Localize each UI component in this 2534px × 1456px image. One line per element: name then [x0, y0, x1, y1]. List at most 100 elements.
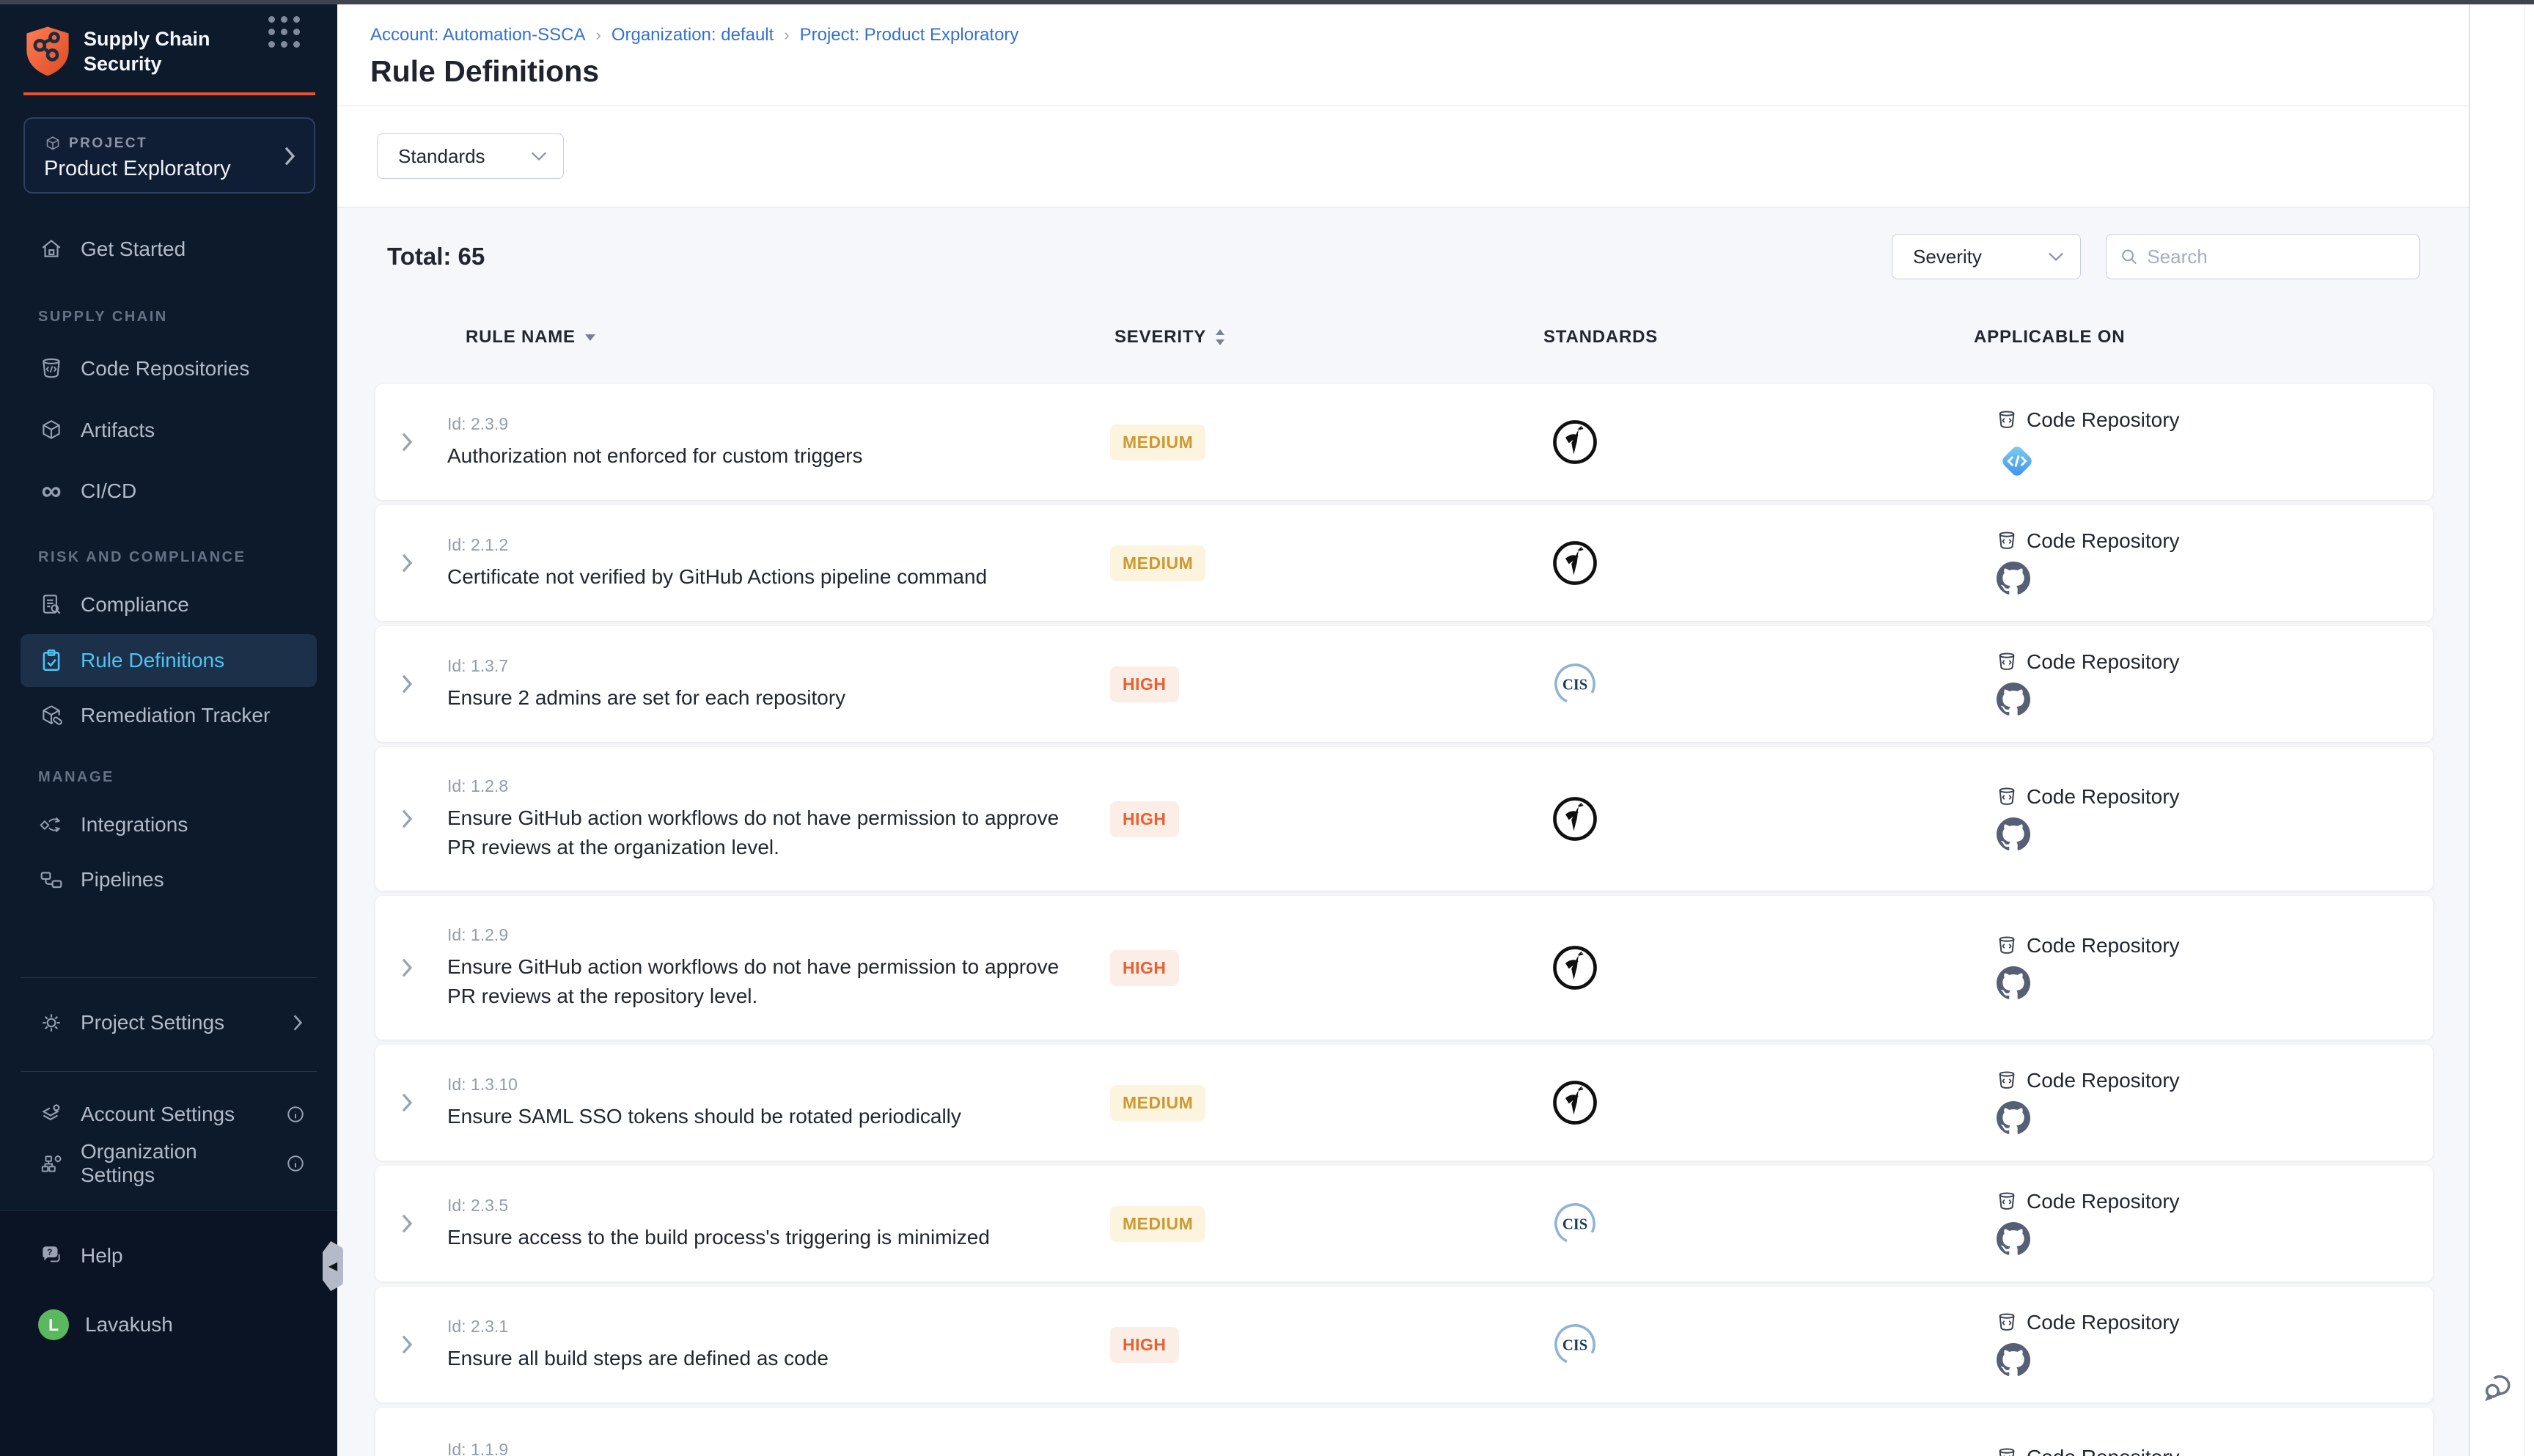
project-selector[interactable]: PROJECT Product Exploratory: [23, 117, 315, 194]
row-expand-cell: [389, 747, 425, 891]
info-icon[interactable]: [286, 1105, 305, 1124]
sidebar-item-project-settings[interactable]: Project Settings: [21, 996, 317, 1049]
sidebar-item-artifacts[interactable]: Artifacts: [21, 404, 317, 457]
standards-cell: CIS: [1516, 1408, 1634, 1456]
standards-filter-dropdown[interactable]: Standards: [377, 133, 564, 179]
rule-name: Ensure access to the build process's tri…: [447, 1223, 1092, 1252]
sidebar-item-label: Remediation Tracker: [81, 704, 270, 727]
rule-name: Ensure all build steps are defined as co…: [447, 1344, 1092, 1373]
rule-id: Id: 1.2.8: [447, 776, 1092, 796]
table-row[interactable]: Id: 1.2.8 Ensure GitHub action workflows …: [375, 747, 2433, 891]
breadcrumb-organization-link[interactable]: Organization: default: [612, 25, 774, 45]
table-row[interactable]: Id: 1.3.10Ensure SAML SSO tokens should …: [375, 1045, 2433, 1161]
expand-row-icon[interactable]: [397, 1213, 416, 1235]
table-row[interactable]: Id: 2.3.5 Ensure access to the build proc…: [375, 1166, 2433, 1282]
severity-badge: HIGH: [1110, 1327, 1179, 1363]
table-row[interactable]: Id: 1.2.9Ensure GitHub action workflows …: [375, 896, 2433, 1040]
sidebar-item-compliance[interactable]: Compliance: [21, 578, 317, 631]
platform-cell: [1997, 1101, 2406, 1136]
rule-id: Id: 2.3.9: [447, 414, 1092, 434]
sidebar: Supply Chain Security PROJECT Product Ex…: [0, 0, 337, 1456]
severity-cell: MEDIUM: [1110, 505, 1271, 621]
sidebar-item-account-settings[interactable]: Account Settings: [21, 1088, 317, 1141]
severity-badge: MEDIUM: [1110, 1085, 1205, 1121]
sidebar-item-label: Project Settings: [81, 1011, 224, 1034]
table-row[interactable]: Id: 2.3.9Authorization not enforced for …: [375, 384, 2433, 500]
rule-id: Id: 2.3.1: [447, 1317, 1092, 1336]
sidebar-item-help[interactable]: ? Help: [21, 1229, 317, 1282]
svg-text:CIS: CIS: [1562, 1338, 1587, 1354]
table-row[interactable]: Id: 2.1.2Certificate not verified by Git…: [375, 505, 2433, 621]
column-header-severity[interactable]: SEVERITY: [1114, 327, 1225, 348]
severity-cell: HIGH: [1110, 626, 1271, 742]
breadcrumb-separator: ›: [595, 26, 601, 45]
app-root: Supply Chain Security PROJECT Product Ex…: [0, 0, 2534, 1456]
column-header-rule-name[interactable]: RULE NAME: [466, 327, 596, 348]
table-row[interactable]: Id: 1.1.9HIGHCISCode Repository: [375, 1408, 2433, 1456]
github-icon: [1997, 562, 2030, 595]
sidebar-item-code-repositories[interactable]: Code Repositories: [21, 342, 317, 395]
sidebar-item-organization-settings[interactable]: Organization Settings: [21, 1137, 317, 1190]
sidebar-collapse-handle[interactable]: ◀: [323, 1241, 343, 1291]
expand-row-icon[interactable]: [397, 808, 416, 830]
feedback-chat-icon[interactable]: [2480, 1368, 2517, 1405]
applicable-on-row: Code Repository: [1996, 934, 2406, 957]
infinity-icon: ∞: [38, 478, 65, 504]
sidebar-item-label: Integrations: [81, 813, 188, 837]
expand-row-icon[interactable]: [397, 1092, 416, 1114]
sidebar-item-label: Compliance: [81, 593, 189, 617]
sidebar-item-label: Help: [81, 1244, 123, 1268]
expand-row-icon[interactable]: [397, 431, 416, 453]
svg-text:CIS: CIS: [1562, 677, 1587, 694]
harness-code-icon: [1997, 441, 2038, 482]
rule-name: Ensure 2 admins are set for each reposit…: [447, 683, 1092, 713]
breadcrumb: Account: Automation-SSCA › Organization:…: [370, 25, 1018, 45]
search-input[interactable]: [2147, 246, 2406, 268]
expand-row-icon[interactable]: [397, 957, 416, 979]
code-repository-icon: [1996, 1191, 2018, 1213]
rule-name: Ensure GitHub action workflows do not ha…: [447, 804, 1092, 862]
sidebar-item-cicd[interactable]: ∞ CI/CD: [21, 465, 317, 518]
severity-cell: MEDIUM: [1110, 1045, 1271, 1161]
org-chart-gear-icon: [38, 1150, 65, 1177]
applicable-on-row: Code Repository: [1996, 1190, 2406, 1213]
table-row[interactable]: Id: 1.3.7Ensure 2 admins are set for eac…: [375, 626, 2433, 742]
breadcrumb-account-link[interactable]: Account: Automation-SSCA: [370, 25, 585, 45]
table-row[interactable]: Id: 2.3.1 Ensure all build steps are defi…: [375, 1287, 2433, 1402]
platform-cell: [1997, 562, 2406, 597]
rule-name: Certificate not verified by GitHub Actio…: [447, 562, 1092, 592]
sidebar-item-label: Code Repositories: [81, 357, 249, 380]
info-icon[interactable]: [286, 1154, 305, 1173]
help-chat-icon: ?: [38, 1243, 65, 1269]
project-cube-icon: [44, 135, 62, 152]
applicable-on-label: Code Repository: [2027, 934, 2180, 957]
module-switcher-icon[interactable]: [268, 16, 302, 50]
expand-row-icon[interactable]: [397, 1334, 416, 1356]
applicable-on-cell: Code Repository: [1996, 1166, 2406, 1282]
expand-row-icon[interactable]: [397, 673, 416, 695]
sidebar-item-remediation-tracker[interactable]: Remediation Tracker: [21, 689, 317, 742]
sidebar-item-pipelines[interactable]: Pipelines: [21, 853, 317, 906]
severity-filter-label: Severity: [1913, 246, 1982, 268]
applicable-on-row: Code Repository: [1996, 785, 2406, 809]
code-repository-icon: [1996, 1312, 2018, 1334]
sidebar-item-integrations[interactable]: Integrations: [21, 798, 317, 851]
breadcrumb-project-link[interactable]: Project: Product Exploratory: [800, 25, 1019, 45]
page-title: Rule Definitions: [370, 54, 599, 89]
sidebar-item-rule-definitions[interactable]: Rule Definitions: [21, 634, 317, 687]
standards-cell: [1516, 747, 1634, 891]
supply-chain-security-logo-icon: [23, 25, 72, 78]
severity-filter-dropdown[interactable]: Severity: [1892, 234, 2081, 279]
rule-id: Id: 2.3.5: [447, 1196, 1092, 1216]
github-icon: [1997, 1222, 2030, 1256]
sidebar-item-label: Account Settings: [81, 1103, 235, 1126]
sidebar-item-label: Pipelines: [81, 868, 164, 891]
sidebar-item-get-started[interactable]: Get Started: [21, 223, 317, 276]
search-box: [2106, 234, 2420, 279]
user-menu[interactable]: L Lavakush: [21, 1298, 317, 1351]
standards-cell: [1516, 896, 1634, 1040]
row-expand-cell: [389, 1166, 425, 1282]
row-expand-cell: [389, 1408, 425, 1456]
expand-row-icon[interactable]: [397, 552, 416, 574]
applicable-on-label: Code Repository: [2027, 1446, 2180, 1456]
